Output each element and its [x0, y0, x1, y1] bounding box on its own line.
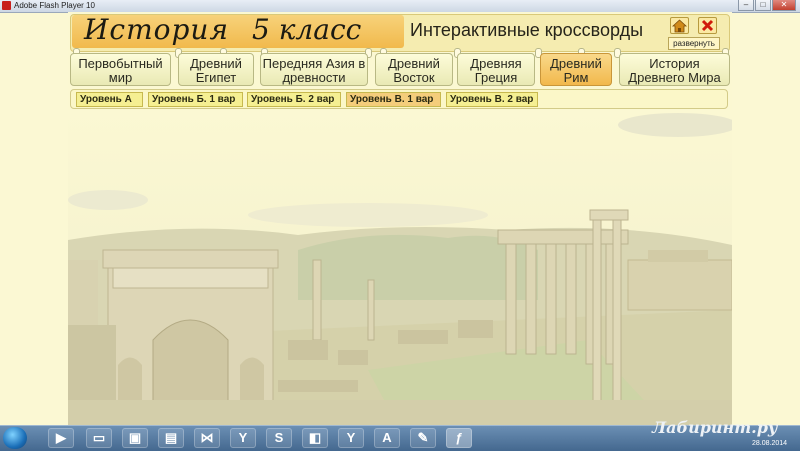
- level-b1-button[interactable]: Уровень Б. 1 вар: [148, 92, 243, 107]
- level-b2-button[interactable]: Уровень Б. 2 вар: [247, 92, 341, 107]
- clock-date: 28.08.2014: [752, 440, 788, 447]
- files-icon[interactable]: ◧: [302, 428, 328, 448]
- close-icon[interactable]: [698, 17, 717, 34]
- subject-title: История: [84, 13, 230, 46]
- tab-ancient-world-history[interactable]: История Древнего Мира: [619, 53, 730, 86]
- close-window-button[interactable]: ✕: [772, 0, 796, 11]
- minimize-button[interactable]: –: [738, 0, 754, 11]
- expand-button[interactable]: развернуть: [668, 37, 720, 50]
- maximize-button[interactable]: □: [755, 0, 771, 11]
- grade-label: 5 класс: [252, 13, 362, 46]
- app-subtitle: Интерактивные кроссворды: [410, 20, 644, 40]
- labirint-watermark: Лабиринт.ру: [652, 418, 778, 437]
- visual-studio-icon[interactable]: ⋈: [194, 428, 220, 448]
- folder-icon[interactable]: ▭: [86, 428, 112, 448]
- tab-ancient-east[interactable]: Древний Восток: [375, 53, 453, 86]
- level-a-button[interactable]: Уровень А: [76, 92, 143, 107]
- flash-icon[interactable]: ƒ: [446, 428, 472, 448]
- network-icon[interactable]: ▣: [122, 428, 148, 448]
- tab-ancient-greece[interactable]: Древняя Греция: [457, 53, 535, 86]
- tab-primitive-world[interactable]: Первобытный мир: [70, 53, 171, 86]
- media-icon[interactable]: ▶: [48, 428, 74, 448]
- tab-ancient-rome[interactable]: Древний Рим: [540, 53, 612, 86]
- skype-icon[interactable]: S: [266, 428, 292, 448]
- level-v1-button[interactable]: Уровень В. 1 вар: [346, 92, 441, 107]
- paint-icon[interactable]: ✎: [410, 428, 436, 448]
- flash-player-icon: [2, 1, 11, 10]
- tab-ancient-egypt[interactable]: Древний Египет: [178, 53, 254, 86]
- start-button[interactable]: [3, 427, 27, 449]
- roman-forum-image: [68, 110, 732, 426]
- level-v2-button[interactable]: Уровень В. 2 вар: [446, 92, 538, 107]
- home-icon[interactable]: [670, 17, 689, 34]
- yandex-icon[interactable]: Y: [338, 428, 364, 448]
- tab-ancient-near-east[interactable]: Передняя Азия в древности: [260, 53, 368, 86]
- acrobat-icon[interactable]: A: [374, 428, 400, 448]
- window-title: Adobe Flash Player 10: [14, 1, 95, 10]
- calculator-icon[interactable]: ▤: [158, 428, 184, 448]
- yandex-icon[interactable]: Y: [230, 428, 256, 448]
